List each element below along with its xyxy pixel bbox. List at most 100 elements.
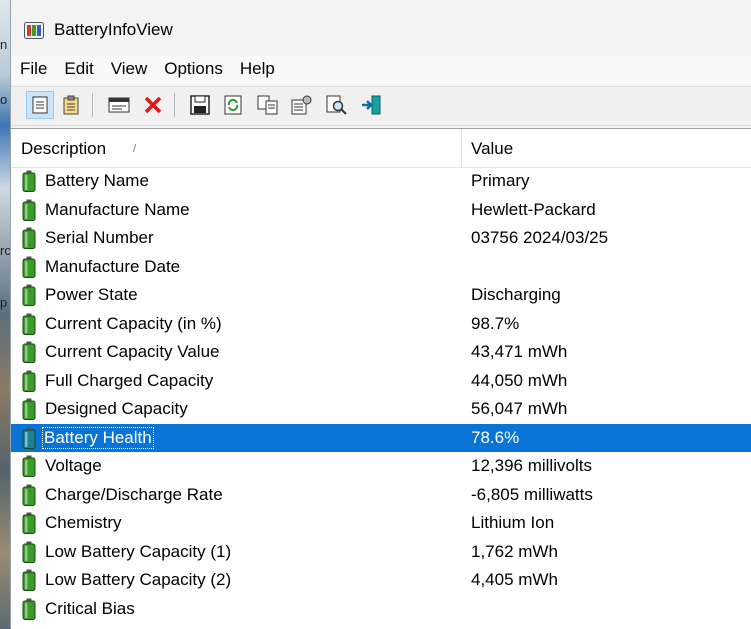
properties-icon bbox=[291, 95, 312, 115]
column-divider[interactable] bbox=[461, 129, 462, 167]
row-description: Serial Number bbox=[45, 228, 154, 247]
battery-icon bbox=[22, 455, 36, 477]
battery-icon bbox=[22, 370, 36, 392]
exit-icon bbox=[362, 95, 381, 115]
table-row[interactable]: Serial Number 03756 2024/03/25 bbox=[11, 224, 751, 253]
table-row[interactable]: Battery Health 78.6% bbox=[11, 423, 751, 452]
battery-icon bbox=[22, 170, 36, 192]
battery-info-list[interactable]: Description / Value Battery Name Primary M… bbox=[11, 128, 751, 629]
row-value: 03756 2024/03/25 bbox=[471, 228, 609, 247]
copy-button[interactable] bbox=[254, 91, 282, 119]
row-description: Designed Capacity bbox=[45, 399, 188, 418]
row-description: Battery Health bbox=[42, 426, 154, 449]
row-description: Chemistry bbox=[45, 513, 122, 532]
properties-list-icon bbox=[32, 96, 48, 114]
desktop-text: o bbox=[0, 92, 8, 107]
row-value: 44,050 mWh bbox=[471, 370, 568, 390]
battery-icon bbox=[22, 598, 36, 620]
menu-bar: File Edit View Options Help bbox=[11, 56, 751, 84]
column-header-description[interactable]: Description bbox=[21, 139, 106, 159]
row-description: Manufacture Name bbox=[45, 199, 190, 219]
battery-icon bbox=[22, 569, 36, 591]
row-value: Primary bbox=[471, 171, 530, 190]
battery-icon bbox=[22, 284, 36, 306]
row-description: Voltage bbox=[45, 456, 102, 475]
toolbar bbox=[11, 86, 751, 126]
battery-icon bbox=[22, 256, 36, 278]
save-button[interactable] bbox=[186, 91, 214, 119]
menu-view[interactable]: View bbox=[102, 56, 156, 84]
find-button[interactable] bbox=[323, 91, 351, 119]
battery-icon bbox=[22, 484, 36, 506]
refresh-icon bbox=[224, 95, 242, 115]
table-row[interactable]: Chemistry Lithium Ion bbox=[11, 509, 751, 538]
row-description: Low Battery Capacity (2) bbox=[45, 570, 232, 589]
row-description: Current Capacity (in %) bbox=[45, 313, 222, 333]
exit-button[interactable] bbox=[357, 91, 385, 119]
row-value: 43,471 mWh bbox=[471, 342, 568, 361]
table-row[interactable]: Current Capacity Value 43,471 mWh bbox=[11, 338, 751, 367]
toolbar-separator bbox=[174, 93, 175, 117]
table-row[interactable]: Current Capacity (in %) 98.7% bbox=[11, 310, 751, 339]
copy-icon bbox=[257, 95, 278, 115]
row-description: Full Charged Capacity bbox=[45, 370, 214, 390]
table-row[interactable]: Critical Bias bbox=[11, 595, 751, 624]
battery-icon bbox=[22, 341, 36, 363]
menu-options[interactable]: Options bbox=[155, 56, 231, 84]
row-description: Critical Bias bbox=[45, 598, 135, 618]
row-description: Charge/Discharge Rate bbox=[45, 484, 223, 504]
row-value: 78.6% bbox=[471, 427, 520, 447]
table-row[interactable]: Battery Name Primary bbox=[11, 167, 751, 196]
properties-button[interactable] bbox=[288, 91, 316, 119]
find-icon bbox=[326, 95, 347, 115]
table-row[interactable]: Power State Discharging bbox=[11, 281, 751, 310]
table-row[interactable]: Manufacture Date bbox=[11, 253, 751, 282]
row-value: 56,047 mWh bbox=[471, 399, 568, 418]
list-header: Description / Value bbox=[11, 129, 751, 168]
table-row[interactable]: Full Charged Capacity 44,050 mWh bbox=[11, 367, 751, 396]
clipboard-button[interactable] bbox=[57, 91, 85, 119]
delete-button[interactable] bbox=[139, 91, 167, 119]
battery-icon bbox=[22, 541, 36, 563]
app-icon bbox=[24, 22, 44, 39]
battery-icon bbox=[22, 427, 36, 449]
clipboard-icon bbox=[63, 95, 79, 115]
table-row[interactable]: Low Battery Capacity (2) 4,405 mWh bbox=[11, 566, 751, 595]
row-value: Lithium Ion bbox=[471, 513, 555, 532]
battery-icon bbox=[22, 227, 36, 249]
table-row[interactable]: Voltage 12,396 millivolts bbox=[11, 452, 751, 481]
desktop-text: p bbox=[0, 295, 8, 310]
table-row[interactable]: Manufacture Name Hewlett-Packard bbox=[11, 196, 751, 225]
title-bar[interactable]: BatteryInfoView bbox=[11, 0, 751, 56]
window-view-icon bbox=[108, 97, 130, 113]
properties-list-button[interactable] bbox=[26, 91, 54, 119]
delete-icon bbox=[144, 96, 162, 114]
battery-icon bbox=[22, 199, 36, 221]
refresh-button[interactable] bbox=[219, 91, 247, 119]
table-row[interactable]: Low Battery Capacity (1) 1,762 mWh bbox=[11, 538, 751, 567]
desktop-text: n bbox=[0, 37, 8, 52]
row-description: Battery Name bbox=[45, 171, 149, 190]
menu-help[interactable]: Help bbox=[231, 56, 283, 84]
row-value: 1,762 mWh bbox=[471, 541, 558, 561]
sort-indicator-icon: / bbox=[133, 143, 137, 155]
app-window: BatteryInfoView File Edit View Options H… bbox=[10, 0, 751, 629]
row-description: Current Capacity Value bbox=[45, 342, 220, 361]
table-row[interactable]: Designed Capacity 56,047 mWh bbox=[11, 395, 751, 424]
table-row[interactable]: Charge/Discharge Rate -6,805 milliwatts bbox=[11, 481, 751, 510]
row-value: -6,805 milliwatts bbox=[471, 484, 593, 504]
column-header-value[interactable]: Value bbox=[471, 139, 513, 159]
row-value: 12,396 millivolts bbox=[471, 456, 592, 475]
row-description: Power State bbox=[45, 285, 138, 304]
row-description: Manufacture Date bbox=[45, 256, 181, 276]
battery-icon bbox=[22, 512, 36, 534]
row-value: Hewlett-Packard bbox=[471, 199, 596, 219]
window-view-button[interactable] bbox=[105, 91, 133, 119]
row-value: 4,405 mWh bbox=[471, 570, 558, 589]
row-value: Discharging bbox=[471, 285, 561, 304]
battery-icon bbox=[22, 398, 36, 420]
battery-icon bbox=[22, 313, 36, 335]
save-icon bbox=[190, 95, 210, 115]
menu-edit[interactable]: Edit bbox=[55, 56, 101, 84]
menu-file[interactable]: File bbox=[11, 56, 55, 84]
